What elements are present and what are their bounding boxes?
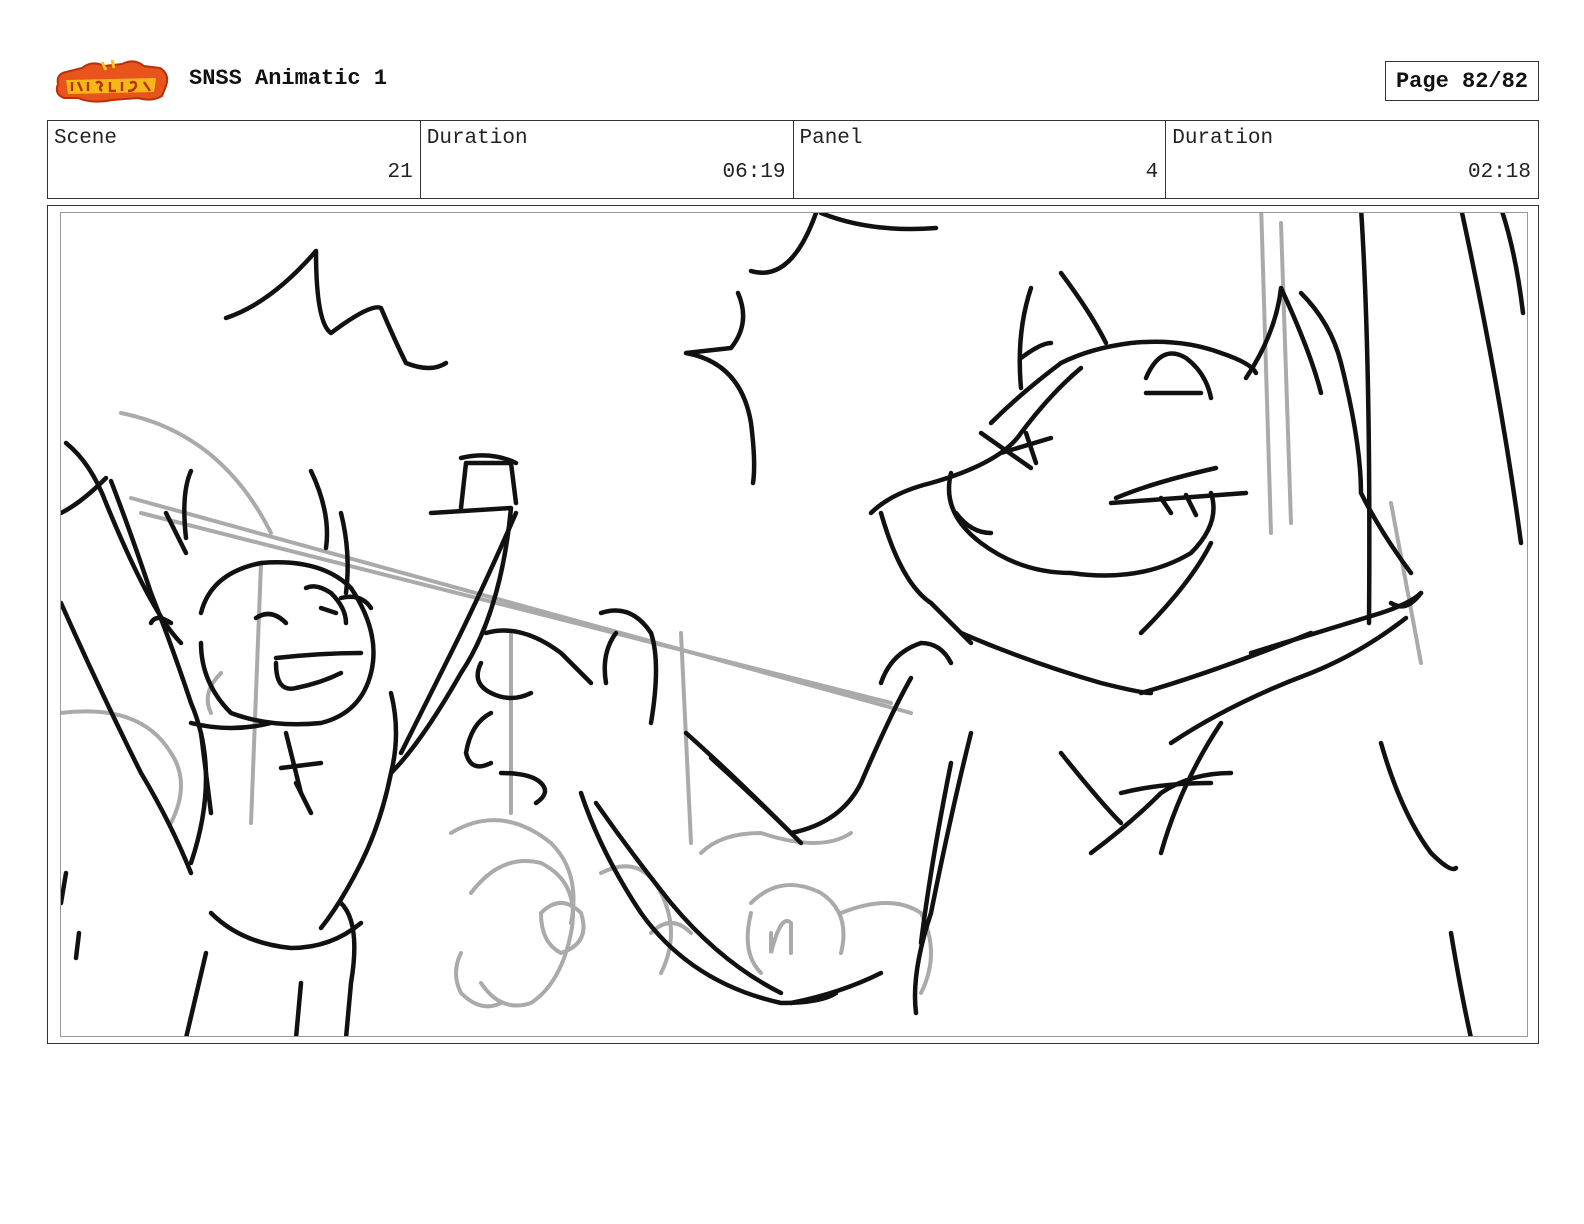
page-indicator: Page 82/82 <box>1385 61 1539 101</box>
scene-cell: Scene 21 <box>48 121 421 198</box>
panel-info-table: Scene 21 Duration 06:19 Panel 4 Duration… <box>47 120 1539 199</box>
document-title: SNSS Animatic 1 <box>189 66 388 91</box>
scene-duration-label: Duration <box>426 127 528 150</box>
panel-duration-label: Duration <box>1172 127 1274 150</box>
panel-cell: Panel 4 <box>794 121 1167 198</box>
storyboard-panel <box>60 212 1528 1037</box>
panel-value: 4 <box>1145 161 1159 184</box>
panel-duration-value: 02:18 <box>1467 161 1531 184</box>
panel-duration-cell: Duration 02:18 <box>1166 121 1538 198</box>
storyboard-sketch <box>61 213 1526 1036</box>
show-logo <box>55 59 169 103</box>
character-ink-lines <box>61 213 1526 1036</box>
panel-label: Panel <box>799 127 863 150</box>
scene-label: Scene <box>54 127 118 150</box>
scene-duration-cell: Duration 06:19 <box>421 121 794 198</box>
scene-value: 21 <box>387 161 413 184</box>
scene-duration-value: 06:19 <box>722 161 786 184</box>
